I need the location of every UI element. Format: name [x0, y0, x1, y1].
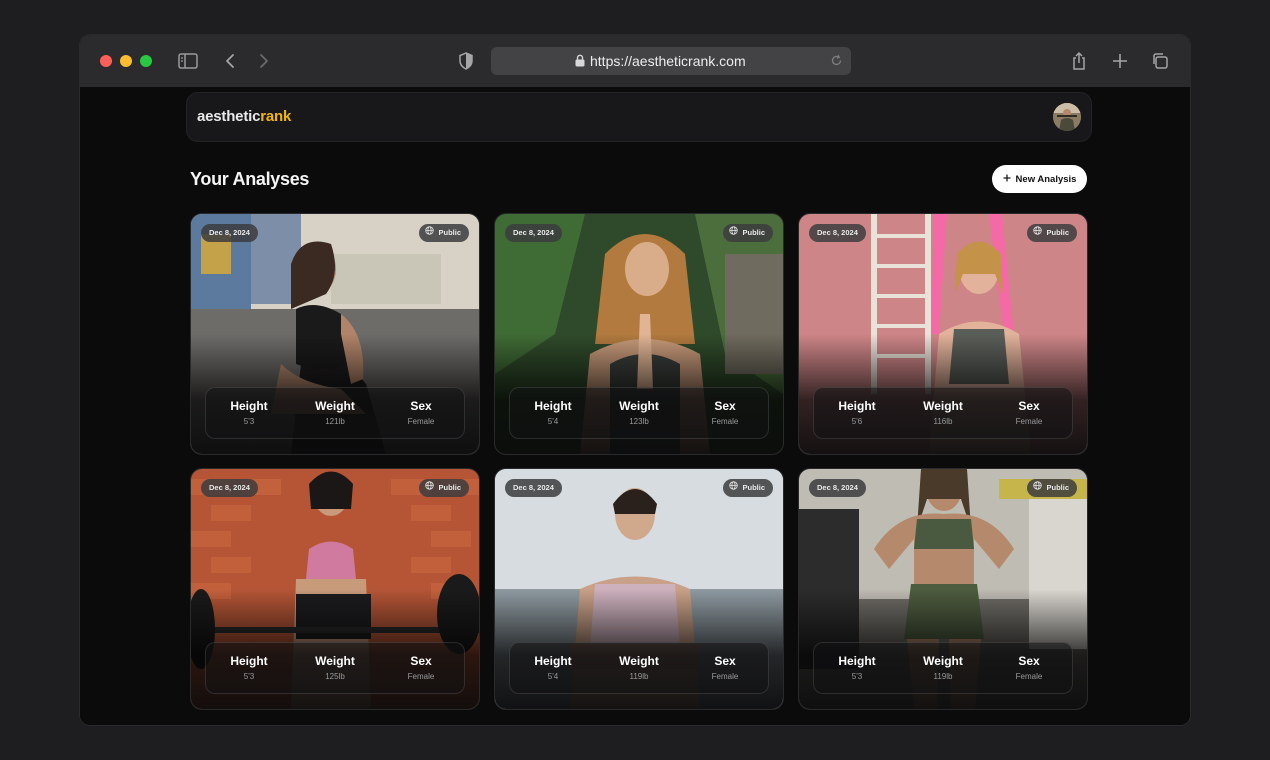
sex-label: Sex: [714, 654, 736, 668]
visibility-label: Public: [742, 228, 765, 237]
height-value: 5'3: [243, 417, 255, 426]
visibility-badge[interactable]: Public: [723, 479, 773, 497]
sidebar-toggle-icon[interactable]: [178, 51, 198, 71]
weight-label: Weight: [923, 399, 963, 413]
zoom-window-button[interactable]: [140, 55, 152, 67]
date-badge: Dec 8, 2024: [505, 224, 562, 242]
height-label: Height: [838, 654, 876, 668]
sex-label: Sex: [1018, 654, 1040, 668]
height-value: 5'4: [547, 417, 559, 426]
close-window-button[interactable]: [100, 55, 112, 67]
tab-overview-icon[interactable]: [1150, 51, 1170, 71]
analysis-card[interactable]: Dec 8, 2024 Public Height 5'4 Weight 123lb…: [494, 213, 784, 455]
analysis-card[interactable]: Dec 8, 2024 Public Height 5'3 Weight 121lb…: [190, 213, 480, 455]
visibility-label: Public: [1046, 228, 1069, 237]
user-avatar[interactable]: [1053, 103, 1081, 131]
new-analysis-label: New Analysis: [1015, 173, 1077, 185]
globe-icon: [1033, 224, 1043, 242]
site-header: aestheticrank: [186, 92, 1092, 142]
reload-icon[interactable]: [830, 54, 843, 72]
globe-icon: [425, 224, 435, 242]
date-badge: Dec 8, 2024: [201, 224, 258, 242]
sex-label: Sex: [1018, 399, 1040, 413]
weight-label: Weight: [619, 399, 659, 413]
new-analysis-button[interactable]: New Analysis: [992, 165, 1087, 193]
sex-value: Female: [407, 672, 435, 681]
weight-label: Weight: [315, 399, 355, 413]
weight-value: 123lb: [629, 417, 649, 426]
brand-part1: aesthetic: [197, 108, 261, 125]
share-icon[interactable]: [1069, 51, 1089, 71]
new-tab-icon[interactable]: [1110, 51, 1130, 71]
height-label: Height: [838, 399, 876, 413]
stats-panel: Height 5'3 Weight 119lb Sex Female: [813, 642, 1073, 694]
stats-panel: Height 5'3 Weight 125lb Sex Female: [205, 642, 465, 694]
date-badge: Dec 8, 2024: [809, 479, 866, 497]
browser-window: https://aestheticrank.com aestheticrank: [80, 35, 1190, 725]
page-title: Your Analyses: [190, 169, 310, 189]
address-bar[interactable]: https://aestheticrank.com: [491, 47, 851, 75]
plus-icon: [1003, 174, 1011, 185]
visibility-badge[interactable]: Public: [419, 224, 469, 242]
stats-panel: Height 5'6 Weight 116lb Sex Female: [813, 387, 1073, 439]
visibility-badge[interactable]: Public: [723, 224, 773, 242]
weight-value: 119lb: [933, 672, 953, 681]
back-icon[interactable]: [220, 51, 240, 71]
height-label: Height: [534, 399, 572, 413]
lock-icon: [575, 54, 585, 72]
height-value: 5'4: [547, 672, 559, 681]
sex-value: Female: [1015, 417, 1043, 426]
sex-label: Sex: [714, 399, 736, 413]
analysis-card[interactable]: Dec 8, 2024 Public Height 5'3 Weight 119lb…: [798, 468, 1088, 710]
globe-icon: [425, 479, 435, 497]
weight-value: 119lb: [629, 672, 649, 681]
date-badge: Dec 8, 2024: [505, 479, 562, 497]
visibility-label: Public: [438, 483, 461, 492]
visibility-label: Public: [1046, 483, 1069, 492]
weight-value: 125lb: [325, 672, 345, 681]
height-value: 5'3: [851, 672, 863, 681]
brand-part2: rank: [260, 108, 292, 125]
visibility-badge[interactable]: Public: [419, 479, 469, 497]
visibility-badge[interactable]: Public: [1027, 224, 1077, 242]
stats-panel: Height 5'4 Weight 123lb Sex Female: [509, 387, 769, 439]
sex-value: Female: [711, 672, 739, 681]
stats-panel: Height 5'4 Weight 119lb Sex Female: [509, 642, 769, 694]
height-value: 5'3: [243, 672, 255, 681]
sex-label: Sex: [410, 654, 432, 668]
height-label: Height: [230, 654, 268, 668]
height-label: Height: [534, 654, 572, 668]
height-label: Height: [230, 399, 268, 413]
analysis-card[interactable]: Dec 8, 2024 Public Height 5'4 Weight 119lb…: [494, 468, 784, 710]
visibility-badge[interactable]: Public: [1027, 479, 1077, 497]
weight-value: 116lb: [933, 417, 953, 426]
weight-value: 121lb: [325, 417, 345, 426]
weight-label: Weight: [315, 654, 355, 668]
sex-label: Sex: [410, 399, 432, 413]
height-value: 5'6: [851, 417, 863, 426]
privacy-shield-icon[interactable]: [456, 51, 476, 71]
visibility-label: Public: [742, 483, 765, 492]
globe-icon: [729, 224, 739, 242]
brand-logo[interactable]: aestheticrank: [197, 108, 291, 125]
sex-value: Female: [407, 417, 435, 426]
page-content: aestheticrank Your Analyses New Analysis: [80, 87, 1190, 725]
minimize-window-button[interactable]: [120, 55, 132, 67]
weight-label: Weight: [923, 654, 963, 668]
analysis-card[interactable]: Dec 8, 2024 Public Height 5'6 Weight 116lb…: [798, 213, 1088, 455]
stats-panel: Height 5'3 Weight 121lb Sex Female: [205, 387, 465, 439]
url-text: https://aestheticrank.com: [590, 53, 746, 69]
globe-icon: [729, 479, 739, 497]
globe-icon: [1033, 479, 1043, 497]
forward-icon[interactable]: [254, 51, 274, 71]
weight-label: Weight: [619, 654, 659, 668]
analysis-card[interactable]: Dec 8, 2024 Public Height 5'3 Weight 125lb…: [190, 468, 480, 710]
browser-toolbar: https://aestheticrank.com: [80, 35, 1190, 88]
visibility-label: Public: [438, 228, 461, 237]
sex-value: Female: [711, 417, 739, 426]
date-badge: Dec 8, 2024: [809, 224, 866, 242]
sex-value: Female: [1015, 672, 1043, 681]
date-badge: Dec 8, 2024: [201, 479, 258, 497]
